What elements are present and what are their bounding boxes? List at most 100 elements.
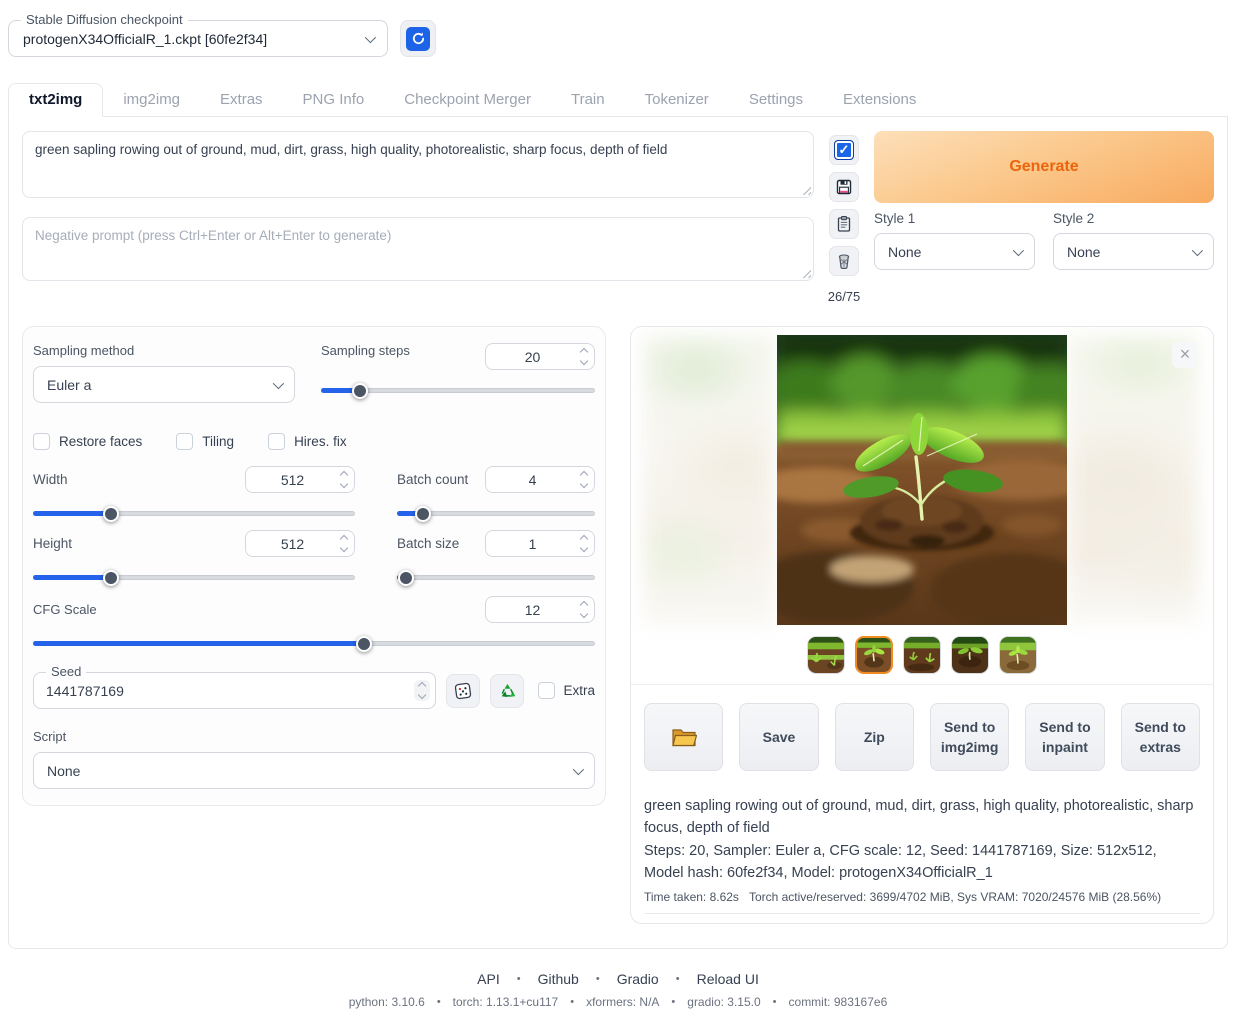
chevron-down-icon xyxy=(1192,244,1203,255)
slider-knob[interactable] xyxy=(352,383,368,399)
github-link[interactable]: Github xyxy=(538,971,579,987)
width-slider[interactable] xyxy=(33,511,355,516)
save-button[interactable]: Save xyxy=(739,703,818,771)
height-label: Height xyxy=(33,536,72,551)
random-seed-button[interactable] xyxy=(446,674,480,708)
batch-size-slider[interactable] xyxy=(397,575,595,580)
cfg-scale-input[interactable] xyxy=(485,596,595,623)
tab-train[interactable]: Train xyxy=(551,84,625,116)
send-to-img2img-button[interactable]: Send to img2img xyxy=(930,703,1009,771)
tab-extensions[interactable]: Extensions xyxy=(823,84,936,116)
cfg-scale-slider[interactable] xyxy=(33,641,595,646)
read-parameters-button[interactable]: ✓ xyxy=(829,135,859,165)
token-counter: 26/75 xyxy=(828,289,861,304)
checkpoint-dropdown[interactable]: Stable Diffusion checkpoint protogenX34O… xyxy=(8,20,388,57)
thumbnail-1[interactable] xyxy=(807,636,845,674)
check-icon: ✓ xyxy=(834,140,854,160)
tab-tokenizer[interactable]: Tokenizer xyxy=(625,84,729,116)
tab-extras[interactable]: Extras xyxy=(200,84,283,116)
thumbnail-3[interactable] xyxy=(903,636,941,674)
gallery-actions: Save Zip Send to img2img Send to inpaint… xyxy=(631,685,1213,783)
stepper-arrows-icon[interactable] xyxy=(579,602,594,617)
divider xyxy=(644,913,1200,923)
send-to-inpaint-button[interactable]: Send to inpaint xyxy=(1025,703,1104,771)
stepper-arrows-icon[interactable] xyxy=(339,472,354,487)
style1-dropdown[interactable]: None xyxy=(874,233,1035,270)
sampling-method-dropdown[interactable]: Euler a xyxy=(33,366,295,403)
restore-faces-checkbox[interactable]: Restore faces xyxy=(33,433,142,450)
bullet: • xyxy=(676,973,680,985)
slider-knob[interactable] xyxy=(398,570,414,586)
close-icon[interactable]: × xyxy=(1172,342,1198,368)
style1-label: Style 1 xyxy=(874,211,1035,226)
save-style-button[interactable] xyxy=(829,172,859,202)
gradio-version: gradio: 3.15.0 xyxy=(687,995,760,1009)
tab-settings[interactable]: Settings xyxy=(729,84,823,116)
seed-field[interactable]: Seed xyxy=(33,672,436,709)
stepper-arrows-icon[interactable] xyxy=(579,536,594,551)
slider-knob[interactable] xyxy=(356,636,372,652)
thumbnail-5[interactable] xyxy=(999,636,1037,674)
api-link[interactable]: API xyxy=(477,971,500,987)
tiling-checkbox[interactable]: Tiling xyxy=(176,433,234,450)
negative-prompt-input[interactable] xyxy=(22,217,814,281)
gradio-link[interactable]: Gradio xyxy=(617,971,659,987)
style2-dropdown[interactable]: None xyxy=(1053,233,1214,270)
height-slider[interactable] xyxy=(33,575,355,580)
tab-img2img[interactable]: img2img xyxy=(103,84,200,116)
chevron-down-icon xyxy=(1013,244,1024,255)
hires-fix-checkbox[interactable]: Hires. fix xyxy=(268,433,347,450)
tab-bar: txt2img img2img Extras PNG Info Checkpoi… xyxy=(8,83,1228,116)
trash-icon xyxy=(835,252,853,270)
apply-style-button[interactable] xyxy=(829,209,859,239)
bullet: • xyxy=(596,973,600,985)
zip-button[interactable]: Zip xyxy=(835,703,914,771)
clipboard-icon xyxy=(835,215,853,233)
stepper-arrows-icon[interactable] xyxy=(339,536,354,551)
thumbnail-strip xyxy=(631,636,1213,674)
seed-input[interactable] xyxy=(34,683,414,699)
floppy-disk-icon xyxy=(835,178,853,196)
commit-hash: commit: 983167e6 xyxy=(789,995,888,1009)
thumbnail-4[interactable] xyxy=(951,636,989,674)
chevron-down-icon xyxy=(573,763,584,774)
extra-seed-checkbox[interactable]: Extra xyxy=(538,682,595,699)
style2-label: Style 2 xyxy=(1053,211,1214,226)
bullet: • xyxy=(773,996,777,1008)
stepper-arrows-icon[interactable] xyxy=(579,472,594,487)
script-dropdown[interactable]: None xyxy=(33,752,595,789)
generated-image[interactable] xyxy=(777,335,1067,625)
clear-prompt-button[interactable] xyxy=(829,246,859,276)
xformers-version: xformers: N/A xyxy=(586,995,659,1009)
generate-button[interactable]: Generate xyxy=(874,131,1214,203)
slider-knob[interactable] xyxy=(415,506,431,522)
stepper-arrows-icon[interactable] xyxy=(579,349,594,364)
stepper-arrows-icon[interactable] xyxy=(414,680,430,701)
thumbnail-2-selected[interactable] xyxy=(855,636,893,674)
slider-knob[interactable] xyxy=(103,570,119,586)
height-input[interactable] xyxy=(245,530,355,557)
batch-count-input[interactable] xyxy=(485,466,595,493)
batch-count-slider[interactable] xyxy=(397,511,595,516)
sampling-steps-slider[interactable] xyxy=(321,388,595,393)
tab-png-info[interactable]: PNG Info xyxy=(283,84,385,116)
refresh-checkpoint-button[interactable] xyxy=(400,20,436,57)
reload-ui-link[interactable]: Reload UI xyxy=(697,971,759,987)
send-to-extras-button[interactable]: Send to extras xyxy=(1121,703,1200,771)
gallery-backdrop xyxy=(1067,335,1199,625)
tab-checkpoint-merger[interactable]: Checkpoint Merger xyxy=(384,84,551,116)
slider-knob[interactable] xyxy=(103,506,119,522)
seed-label: Seed xyxy=(46,664,86,679)
dice-icon xyxy=(453,681,473,701)
recycle-icon xyxy=(498,681,517,700)
sampling-steps-input[interactable] xyxy=(485,343,595,370)
prompt-input[interactable]: green sapling rowing out of ground, mud,… xyxy=(22,131,814,198)
batch-size-input[interactable] xyxy=(485,530,595,557)
open-folder-button[interactable] xyxy=(644,703,723,771)
reuse-seed-button[interactable] xyxy=(490,674,524,708)
image-gallery: × xyxy=(631,327,1213,685)
width-input[interactable] xyxy=(245,466,355,493)
time-taken: Time taken: 8.62s xyxy=(644,890,739,904)
style1-value: None xyxy=(888,244,921,260)
tab-txt2img[interactable]: txt2img xyxy=(8,83,103,117)
